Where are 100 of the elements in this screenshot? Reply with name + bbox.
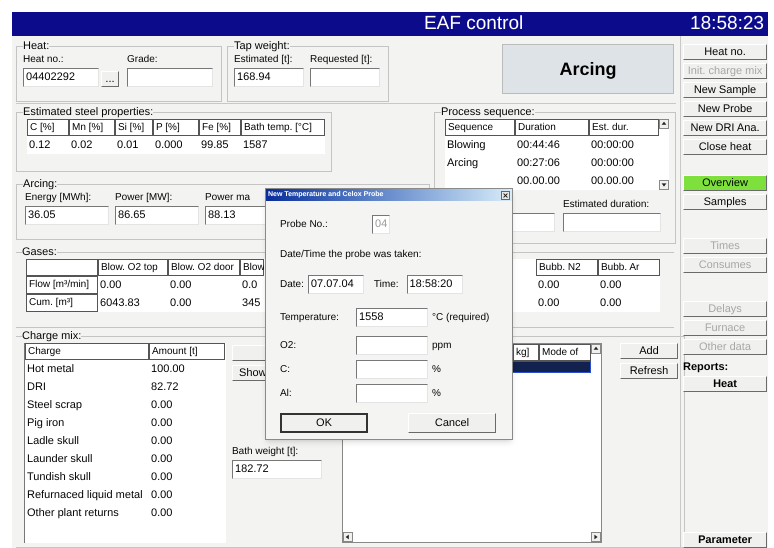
ok-button[interactable]: OK (280, 413, 368, 433)
column-header[interactable]: Est. dur. (589, 119, 659, 136)
group-title: Arcing: (23, 178, 58, 192)
reports-label: Reports: (683, 360, 730, 375)
column-header[interactable]: Mode of (539, 344, 591, 361)
table-cell-text: 00.00.00 (590, 174, 635, 190)
field-label: Al: (280, 387, 293, 400)
group-title: Process sequence: (441, 106, 535, 120)
scroll-arrow-icon[interactable] (591, 532, 601, 542)
column-header[interactable]: Fe [%] (199, 119, 241, 136)
input-field[interactable]: 86.65 (115, 206, 199, 226)
field-label: Temperature: (280, 311, 340, 324)
field-label: O2: (280, 339, 298, 352)
clock: 18:58:23 (690, 12, 764, 36)
field-label: Grade: (127, 53, 159, 66)
table-cell-text: Refurnaced liquid metal (26, 488, 144, 503)
field-label: C: (280, 363, 291, 376)
column-header[interactable]: kg] (513, 344, 539, 361)
field-label: Energy [MWh]: (25, 191, 92, 204)
button[interactable]: Add (620, 343, 678, 359)
column-header[interactable]: P [%] (153, 119, 199, 136)
field-label: Power [MW]: (115, 191, 174, 204)
input-field[interactable] (356, 336, 428, 355)
column-header[interactable]: Blow. O2 top (98, 259, 168, 276)
button[interactable]: Refresh (620, 363, 678, 379)
table-cell-text: DRI (26, 380, 47, 395)
report-button[interactable]: Heat (683, 376, 767, 392)
column-header[interactable]: Charge (25, 343, 149, 360)
sidebar-button[interactable]: Samples (683, 194, 767, 210)
field-label: Bath weight [t]: (232, 445, 300, 458)
sidebar-button[interactable]: Heat no. (683, 44, 767, 60)
cancel-button[interactable]: Cancel (408, 413, 496, 433)
table-cell-text: 0.00 (150, 506, 174, 521)
table-cell-text: 0.00 (150, 470, 174, 485)
group-title: Estimated steel properties: (23, 106, 154, 120)
input-field[interactable]: 04402292 (23, 68, 99, 87)
column-header[interactable]: Bubb. Ar (598, 259, 660, 276)
input-field[interactable] (356, 384, 428, 403)
column-header[interactable]: Amount [t] (149, 343, 225, 360)
input-field[interactable]: 168.94 (234, 68, 304, 87)
field-label: Time: (374, 278, 399, 291)
table-cell-text: 0.00 (537, 278, 560, 294)
table-cell-text: Pig iron (26, 416, 66, 431)
field-label: Requested [t]: (310, 53, 374, 66)
sidebar-button[interactable]: Close heat (683, 139, 767, 155)
sidebar-button[interactable]: Parameter (683, 532, 767, 548)
table-cell-text: 0.12 (28, 138, 52, 154)
table-cell-text: 0.00 (169, 296, 192, 312)
field-label: Date/Time the probe was taken: (280, 248, 422, 261)
table-cell-text: 00:44:46 (516, 138, 561, 154)
table-cell-text: Ladle skull (26, 434, 80, 449)
table-cell-text: Tundish skull (26, 470, 92, 485)
table-cell-text: 00:00:00 (590, 156, 635, 172)
field-label: Heat no.: (23, 53, 65, 66)
column-header[interactable]: Mn [%] (69, 119, 115, 136)
column-header[interactable]: Si [%] (115, 119, 153, 136)
column-header[interactable]: Blow. O2 door (168, 259, 240, 276)
sidebar-button[interactable]: New Probe (683, 101, 767, 117)
column-header[interactable]: Sequence (445, 119, 515, 136)
input-field[interactable]: 18:58:20 (406, 275, 463, 294)
column-header[interactable]: Cum. [m³] (26, 294, 98, 312)
column-header[interactable]: Bubb. N2 (536, 259, 598, 276)
table-cell-text: 0.00 (150, 434, 174, 449)
table-cell-text: Hot metal (26, 362, 76, 377)
input-field[interactable]: 36.05 (25, 206, 109, 226)
table-cell-text: 6043.83 (99, 296, 141, 312)
table-cell-text: 345 (241, 296, 262, 312)
column-header[interactable]: Duration (515, 119, 589, 136)
input-field[interactable] (356, 360, 428, 379)
table-cell-text: 00:27:06 (516, 156, 561, 172)
table-cell-text: 0.00 (599, 278, 622, 294)
field-label: Date: (280, 278, 304, 291)
input-field[interactable] (310, 68, 380, 87)
table-cell-text: 0.02 (70, 138, 94, 154)
input-field[interactable]: 07.07.04 (308, 275, 364, 294)
field-label: °C (required) (432, 311, 490, 324)
input-field[interactable] (563, 213, 661, 232)
column-header[interactable]: Flow [m³/min] (26, 276, 98, 294)
field-label: % (432, 363, 441, 376)
input-field[interactable] (511, 213, 555, 232)
input-field[interactable]: 182.72 (232, 460, 322, 479)
input-field[interactable]: 1558 (356, 308, 428, 327)
table-cell-text: 82.72 (150, 380, 180, 395)
browse-button[interactable]: ... (101, 71, 119, 87)
input-field[interactable] (127, 68, 213, 87)
column-header[interactable]: C [%] (27, 119, 69, 136)
sidebar-button[interactable]: New Sample (683, 82, 767, 98)
table-cell-text: Other plant returns (26, 506, 120, 521)
sidebar-button[interactable]: New DRI Ana. (683, 120, 767, 136)
table-cell-text: 0.000 (154, 138, 184, 154)
column-header[interactable]: Bath temp. [°C] (241, 119, 325, 136)
field-label: Estimated duration: (563, 198, 650, 212)
field-label: Probe No.: (280, 218, 329, 231)
table-cell-text: Launder skull (26, 452, 94, 467)
column-header[interactable] (26, 259, 98, 276)
table-cell-text: 0.00 (599, 296, 622, 312)
close-icon[interactable] (501, 190, 510, 200)
sidebar-button[interactable]: Overview (683, 175, 767, 191)
window-title: EAF control (424, 12, 524, 36)
table-cell-text: 0.0 (241, 278, 258, 294)
